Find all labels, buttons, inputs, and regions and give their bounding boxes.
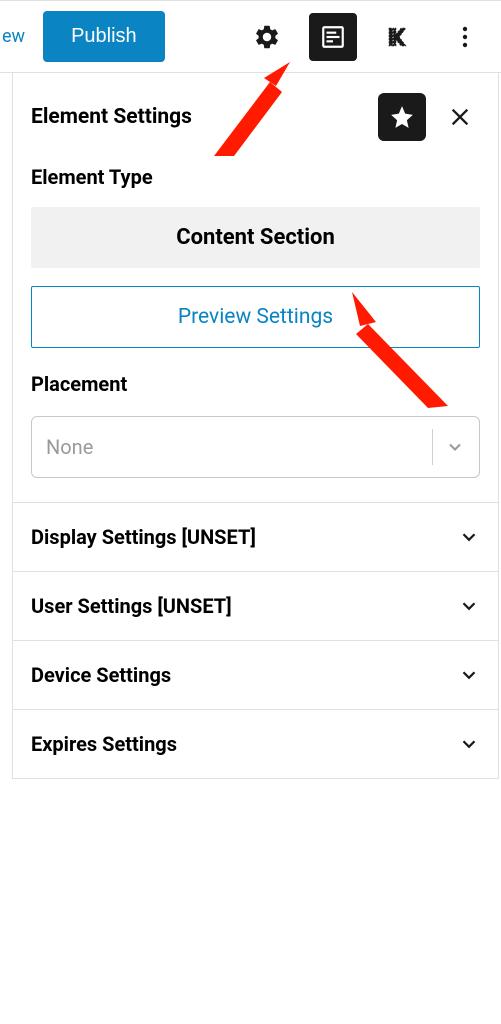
preview-link[interactable]: ew xyxy=(2,26,25,47)
accordion-label: Expires Settings xyxy=(31,732,458,756)
select-separator xyxy=(432,429,433,465)
chevron-down-icon xyxy=(458,595,480,617)
topbar: ew Publish xyxy=(0,0,501,73)
element-type-section: Element Type Content Section Preview Set… xyxy=(13,165,498,503)
element-type-label: Element Type xyxy=(31,165,480,189)
element-panel-icon[interactable] xyxy=(309,13,357,61)
star-button[interactable] xyxy=(378,93,426,141)
element-type-value: Content Section xyxy=(31,207,480,268)
preview-settings-button[interactable]: Preview Settings xyxy=(31,286,480,348)
close-icon[interactable] xyxy=(440,97,480,137)
placement-label: Placement xyxy=(31,372,480,396)
more-options-icon[interactable] xyxy=(441,13,489,61)
accordion-expires-settings[interactable]: Expires Settings xyxy=(13,710,498,779)
publish-button[interactable]: Publish xyxy=(43,11,165,62)
panel-title: Element Settings xyxy=(31,105,364,129)
accordion-user-settings[interactable]: User Settings [UNSET] xyxy=(13,572,498,641)
accordion-label: Device Settings xyxy=(31,663,458,687)
chevron-down-icon xyxy=(445,437,465,457)
placement-selected-value: None xyxy=(46,435,420,459)
chevron-down-icon xyxy=(458,733,480,755)
accordion-label: Display Settings [UNSET] xyxy=(31,525,458,549)
settings-panel: Element Settings Element Type Content Se… xyxy=(12,73,499,779)
kadence-icon[interactable] xyxy=(375,13,423,61)
chevron-down-icon xyxy=(458,664,480,686)
accordion-label: User Settings [UNSET] xyxy=(31,594,458,618)
accordion-display-settings[interactable]: Display Settings [UNSET] xyxy=(13,503,498,572)
accordion-device-settings[interactable]: Device Settings xyxy=(13,641,498,710)
placement-select[interactable]: None xyxy=(31,416,480,478)
chevron-down-icon xyxy=(458,526,480,548)
settings-gear-icon[interactable] xyxy=(243,13,291,61)
panel-header: Element Settings xyxy=(13,73,498,165)
